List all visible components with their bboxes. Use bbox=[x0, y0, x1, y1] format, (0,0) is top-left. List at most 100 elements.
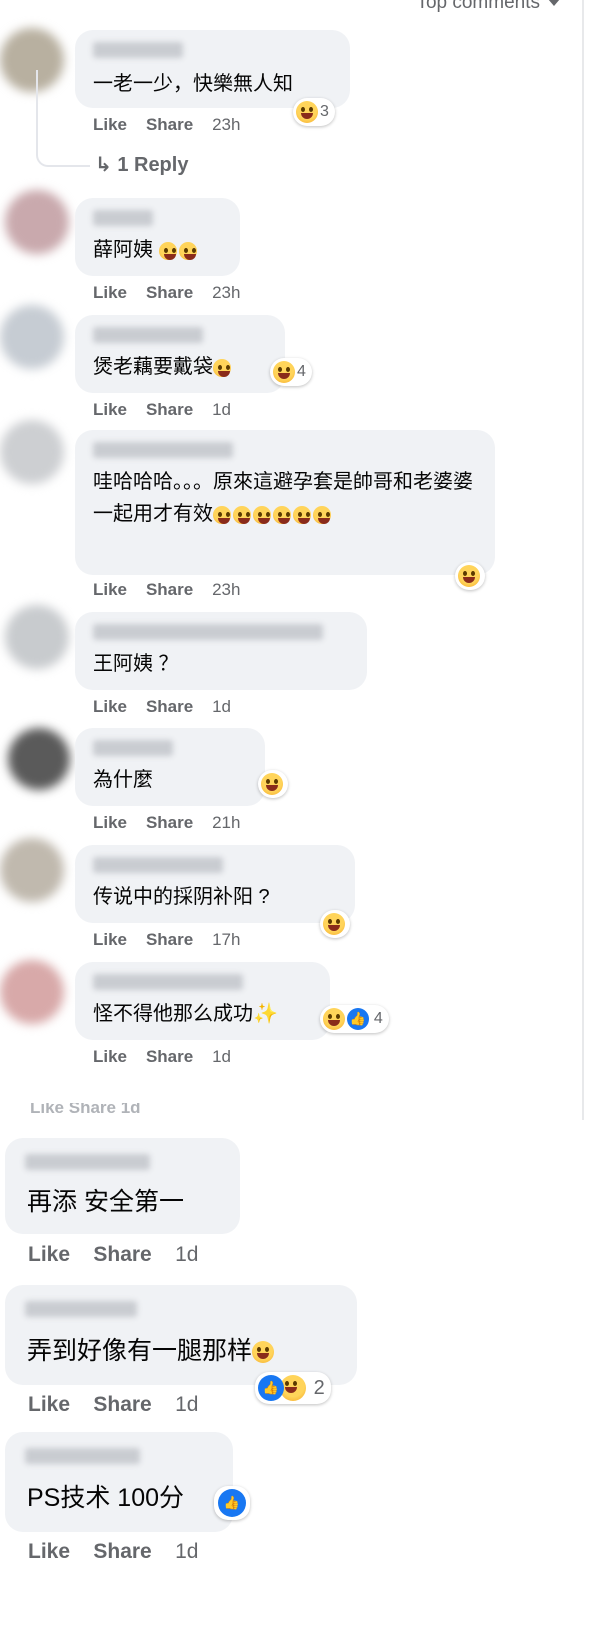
commenter-name[interactable] bbox=[93, 442, 233, 458]
reaction-badge[interactable]: 4 bbox=[270, 358, 312, 386]
reaction-badge[interactable] bbox=[320, 910, 350, 938]
commenter-name[interactable] bbox=[93, 210, 153, 226]
timestamp[interactable]: 1d bbox=[212, 400, 231, 420]
comment-actions: Like Share 1d bbox=[93, 1047, 231, 1067]
sort-label: Top comments bbox=[416, 0, 540, 13]
reaction-badge[interactable]: 👍 2 bbox=[255, 1372, 331, 1404]
avatar[interactable] bbox=[5, 190, 69, 254]
comments-header: Top comments bbox=[0, 0, 600, 18]
share-link[interactable]: Share bbox=[146, 115, 193, 135]
like-link[interactable]: Like bbox=[93, 400, 127, 420]
comment-actions: Like Share 1d bbox=[28, 1393, 198, 1417]
timestamp[interactable]: 1d bbox=[175, 1243, 198, 1267]
comment-actions: Like Share 23h bbox=[93, 283, 240, 303]
share-link[interactable]: Share bbox=[93, 1243, 151, 1267]
haha-emoji-icon bbox=[458, 565, 480, 587]
commenter-name[interactable] bbox=[25, 1154, 150, 1170]
comment-text: 薛阿姨 bbox=[93, 234, 199, 266]
commenter-name[interactable] bbox=[93, 624, 323, 640]
commenter-name[interactable] bbox=[93, 740, 173, 756]
comment-text: 煲老藕要戴袋 bbox=[93, 351, 233, 383]
comment-actions: Like Share 1d bbox=[28, 1540, 198, 1564]
like-link[interactable]: Like bbox=[28, 1393, 70, 1417]
avatar[interactable] bbox=[5, 605, 69, 669]
comment-bubble: 煲老藕要戴袋 bbox=[75, 315, 285, 393]
like-link[interactable]: Like bbox=[93, 1047, 127, 1067]
avatar[interactable] bbox=[0, 838, 64, 902]
like-link[interactable]: Like bbox=[93, 930, 127, 950]
like-link[interactable]: Like bbox=[93, 580, 127, 600]
comment-text: 一老一少，快樂無人知 bbox=[93, 73, 293, 95]
timestamp[interactable]: 21h bbox=[212, 813, 240, 833]
comment-bubble: 传说中的採阴补阳 ? bbox=[75, 845, 355, 923]
comment-actions: Like Share 1d bbox=[93, 697, 231, 717]
reaction-badge[interactable] bbox=[258, 770, 288, 798]
share-link[interactable]: Share bbox=[146, 697, 193, 717]
reaction-count: 3 bbox=[320, 103, 329, 120]
view-replies-link[interactable]: ↳ 1 Reply bbox=[95, 152, 188, 177]
comment-actions: Like Share 21h bbox=[93, 813, 240, 833]
timestamp[interactable]: 23h bbox=[212, 283, 240, 303]
like-link[interactable]: Like bbox=[28, 1243, 70, 1267]
reaction-badge[interactable]: 3 bbox=[293, 98, 335, 126]
timestamp[interactable]: 23h bbox=[212, 115, 240, 135]
like-reaction-icon: 👍 bbox=[258, 1375, 284, 1401]
see-no-evil-emoji-icon bbox=[313, 505, 331, 524]
avatar[interactable] bbox=[0, 960, 64, 1024]
timestamp[interactable]: 1d bbox=[175, 1393, 198, 1417]
comment-text: 弄到好像有一腿那样 bbox=[27, 1335, 276, 1367]
haha-emoji-icon bbox=[296, 101, 318, 123]
reaction-count: 2 bbox=[313, 1376, 325, 1399]
avatar[interactable] bbox=[0, 305, 64, 369]
avatar[interactable] bbox=[0, 420, 64, 484]
haha-emoji-icon bbox=[323, 1008, 345, 1030]
share-link[interactable]: Share bbox=[146, 1047, 193, 1067]
laughing-emoji-icon bbox=[213, 505, 231, 524]
reaction-badge[interactable] bbox=[455, 562, 485, 590]
share-link[interactable]: Share bbox=[146, 813, 193, 833]
like-link[interactable]: Like bbox=[93, 283, 127, 303]
scrollbar-track[interactable] bbox=[582, 0, 584, 1120]
share-link[interactable]: Share bbox=[146, 400, 193, 420]
sort-dropdown[interactable]: Top comments bbox=[416, 0, 560, 14]
commenter-name[interactable] bbox=[93, 974, 243, 990]
timestamp[interactable]: 23h bbox=[212, 580, 240, 600]
see-no-evil-emoji-icon bbox=[293, 505, 311, 524]
laughing-emoji-icon bbox=[253, 505, 271, 524]
reaction-count: 4 bbox=[373, 1010, 383, 1027]
like-link[interactable]: Like bbox=[93, 115, 127, 135]
comment-text: 传说中的採阴补阳 ? bbox=[93, 886, 270, 908]
share-link[interactable]: Share bbox=[146, 930, 193, 950]
share-link[interactable]: Share bbox=[93, 1540, 151, 1564]
timestamp[interactable]: 1d bbox=[212, 697, 231, 717]
avatar[interactable] bbox=[8, 728, 70, 790]
comment-bubble: 薛阿姨 bbox=[75, 198, 240, 276]
timestamp[interactable]: 1d bbox=[175, 1540, 198, 1564]
share-link[interactable]: Share bbox=[93, 1393, 151, 1417]
reaction-badge[interactable]: 👍 4 bbox=[320, 1005, 389, 1033]
rofl-emoji-icon bbox=[213, 358, 231, 377]
comment-actions: Like Share 1d bbox=[28, 1243, 198, 1267]
comment-text: PS技术 100分 bbox=[27, 1484, 185, 1512]
share-link[interactable]: Share bbox=[146, 580, 193, 600]
comment-bubble: 王阿姨 ？ bbox=[75, 612, 367, 690]
like-link[interactable]: Like bbox=[28, 1540, 70, 1564]
reaction-badge[interactable]: 👍 bbox=[214, 1486, 250, 1520]
commenter-name[interactable] bbox=[25, 1301, 137, 1317]
commenter-name[interactable] bbox=[93, 42, 183, 58]
comment-text: 為什麼 bbox=[93, 769, 153, 791]
like-link[interactable]: Like bbox=[93, 813, 127, 833]
commenter-name[interactable] bbox=[25, 1448, 140, 1464]
timestamp[interactable]: 1d bbox=[212, 1047, 231, 1067]
laughing-emoji-icon bbox=[252, 1341, 275, 1364]
comment-text: 王阿姨 ？ bbox=[93, 653, 179, 675]
commenter-name[interactable] bbox=[93, 327, 203, 343]
chevron-down-icon bbox=[548, 0, 560, 7]
share-link[interactable]: Share bbox=[146, 283, 193, 303]
cropped-actions-row: Like Share 1d bbox=[30, 1103, 141, 1113]
like-link[interactable]: Like bbox=[93, 697, 127, 717]
comment-bubble: 弄到好像有一腿那样 bbox=[5, 1285, 357, 1385]
comment-bubble: 為什麼 bbox=[75, 728, 265, 806]
commenter-name[interactable] bbox=[93, 857, 223, 873]
timestamp[interactable]: 17h bbox=[212, 930, 240, 950]
